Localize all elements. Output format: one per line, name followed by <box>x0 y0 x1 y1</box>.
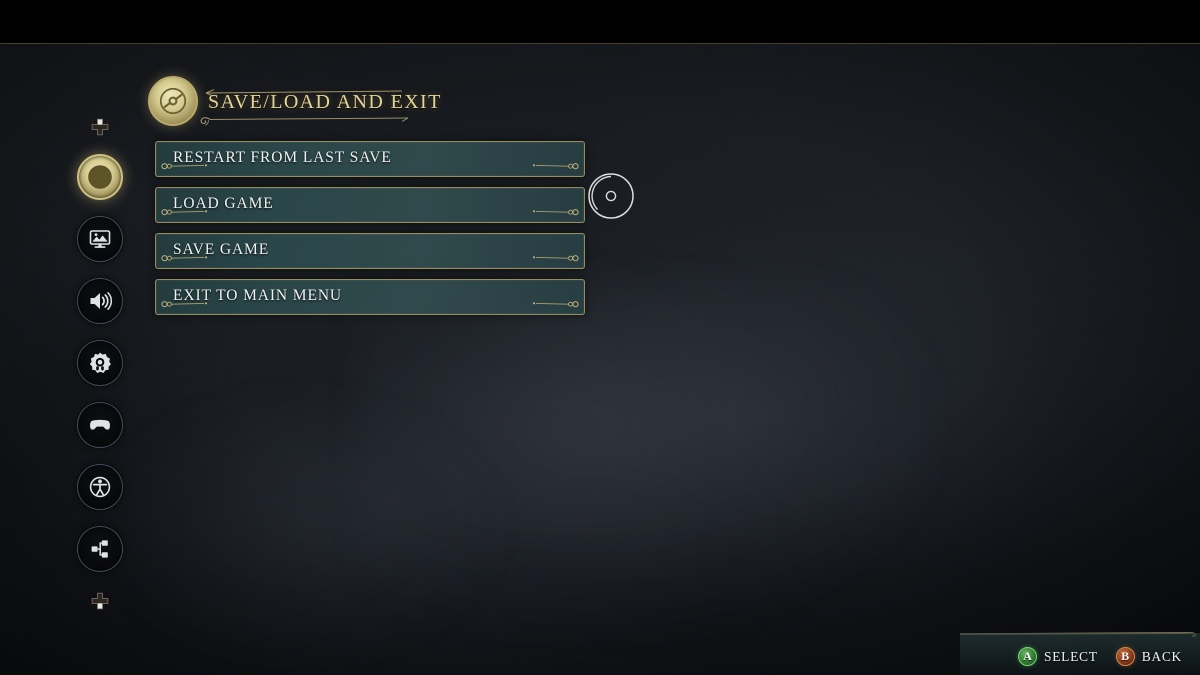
letterbox-top-bar <box>0 0 1200 44</box>
button-hints-bar: A SELECT B BACK <box>960 633 1200 675</box>
hint-select[interactable]: A SELECT <box>1017 647 1098 666</box>
sidebar-item-gameplay[interactable] <box>77 340 123 386</box>
menu-item-save-game[interactable]: SAVE GAME <box>155 233 585 269</box>
dpad-up-icon[interactable] <box>87 114 113 140</box>
sidebar-item-accessibility[interactable] <box>77 464 123 510</box>
hint-back[interactable]: B BACK <box>1115 647 1182 666</box>
corner-flourish-left-icon <box>160 295 226 313</box>
sidebar-item-display[interactable] <box>77 216 123 262</box>
save-disc-emblem-icon <box>148 76 198 126</box>
menu-item-exit-to-main-menu[interactable]: EXIT TO MAIN MENU <box>155 279 585 315</box>
title-bottom-flourish <box>196 114 416 133</box>
game-pause-menu-screen: SAVE/LOAD AND EXIT RESTART FROM LAST SAV… <box>0 0 1200 675</box>
save-load-menu-list: RESTART FROM LAST SAVE LOAD GAME SAVE GA… <box>155 141 585 325</box>
corner-flourish-left-icon <box>160 157 226 175</box>
sidebar-item-audio[interactable] <box>77 278 123 324</box>
accessibility-person-icon <box>89 476 111 498</box>
selection-ring-cursor-icon[interactable] <box>585 170 637 222</box>
menu-item-restart-from-last-save[interactable]: RESTART FROM LAST SAVE <box>155 141 585 177</box>
corner-flourish-right-icon <box>514 203 580 221</box>
speaker-volume-icon <box>90 292 112 310</box>
footer-divider-flourish <box>959 625 1200 637</box>
network-nodes-icon <box>91 540 108 558</box>
corner-flourish-right-icon <box>514 249 580 267</box>
sidebar-item-network[interactable] <box>77 526 123 572</box>
save-disc-icon <box>88 165 112 189</box>
corner-flourish-right-icon <box>514 157 580 175</box>
dpad-down-icon[interactable] <box>87 588 113 614</box>
sidebar-item-save-load-exit[interactable] <box>77 154 123 200</box>
corner-flourish-left-icon <box>160 203 226 221</box>
page-title: SAVE/LOAD AND EXIT <box>208 91 442 113</box>
sidebar-item-controls[interactable] <box>77 402 123 448</box>
gamepad-icon <box>90 419 110 430</box>
button-b-icon: B <box>1115 647 1135 666</box>
button-a-icon: A <box>1017 647 1037 666</box>
corner-flourish-left-icon <box>160 249 226 267</box>
display-monitor-icon <box>89 230 111 248</box>
gear-icon <box>89 352 111 373</box>
menu-item-load-game[interactable]: LOAD GAME <box>155 187 585 223</box>
corner-flourish-right-icon <box>514 295 580 313</box>
hint-back-label: BACK <box>1141 648 1182 664</box>
hint-select-label: SELECT <box>1043 648 1098 664</box>
settings-category-sidebar <box>76 112 124 614</box>
